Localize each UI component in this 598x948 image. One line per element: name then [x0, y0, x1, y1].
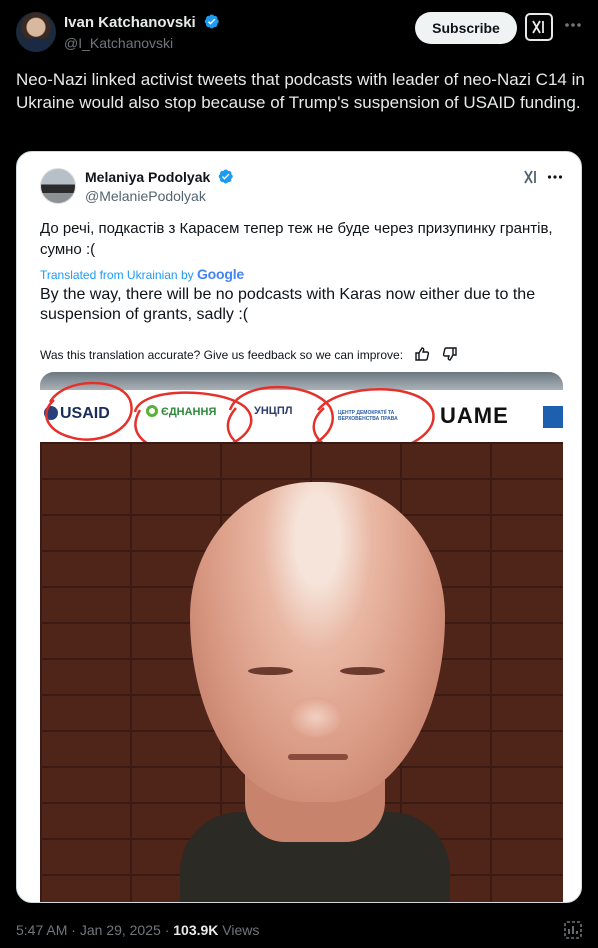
- quoted-author-handle[interactable]: @MelaniePodolyak: [85, 188, 206, 204]
- author-name-row[interactable]: Ivan Katchanovski: [64, 13, 220, 31]
- feedback-prompt: Was this translation accurate? Give us f…: [40, 348, 404, 362]
- more-dots-icon: [547, 175, 563, 179]
- more-dots-icon: [565, 23, 581, 27]
- quoted-tweet-card[interactable]: Melaniya Podolyak @MelaniePodolyak До ре…: [16, 151, 582, 903]
- grok-button[interactable]: [525, 13, 553, 41]
- tweet-timestamp[interactable]: 5:47 AM · Jan 29, 2025 · 103.9K Views: [16, 922, 259, 938]
- author-name[interactable]: Ivan Katchanovski: [64, 14, 196, 31]
- translation-feedback: Was this translation accurate? Give us f…: [40, 346, 458, 362]
- quoted-author-name-row[interactable]: Melaniya Podolyak: [85, 168, 234, 185]
- more-options-button[interactable]: [562, 14, 584, 36]
- quoted-media-image[interactable]: USAID ЄДНАННЯ УНЦПЛ ЦЕНТР ДЕМОКРАТІЇ ТА …: [40, 372, 563, 902]
- author-avatar[interactable]: [16, 12, 56, 52]
- translated-from-label: Translated from Ukrainian by: [40, 268, 194, 282]
- quoted-grok-button[interactable]: [522, 168, 540, 186]
- tweet-text: Neo-Nazi linked activist tweets that pod…: [16, 70, 585, 112]
- views-label: Views: [222, 922, 260, 938]
- quoted-translated-text: By the way, there will be no podcasts wi…: [40, 286, 536, 323]
- thumbs-down-icon[interactable]: [442, 346, 458, 362]
- google-logo: Google: [196, 266, 244, 282]
- grok-icon: [524, 170, 536, 184]
- translation-attribution[interactable]: Translated from Ukrainian by Google: [40, 266, 244, 282]
- tweet-date[interactable]: Jan 29, 2025: [80, 922, 161, 938]
- verified-badge-icon: [218, 169, 233, 184]
- views-count: 103.9K: [173, 922, 219, 938]
- person-head: [190, 482, 445, 802]
- grok-icon: [532, 20, 544, 34]
- tweet-time[interactable]: 5:47 AM: [16, 922, 67, 938]
- verified-badge-icon: [204, 14, 219, 29]
- quoted-author-name[interactable]: Melaniya Podolyak: [85, 169, 210, 185]
- analytics-icon[interactable]: [563, 920, 583, 940]
- quoted-author-avatar[interactable]: [40, 168, 76, 204]
- thumbs-up-icon[interactable]: [414, 346, 430, 362]
- subscribe-button[interactable]: Subscribe: [415, 12, 517, 44]
- quoted-more-options-button[interactable]: [545, 167, 565, 187]
- quoted-original-text: До речі, подкастів з Карасем тепер теж н…: [40, 220, 553, 258]
- author-handle[interactable]: @I_Katchanovski: [64, 35, 173, 51]
